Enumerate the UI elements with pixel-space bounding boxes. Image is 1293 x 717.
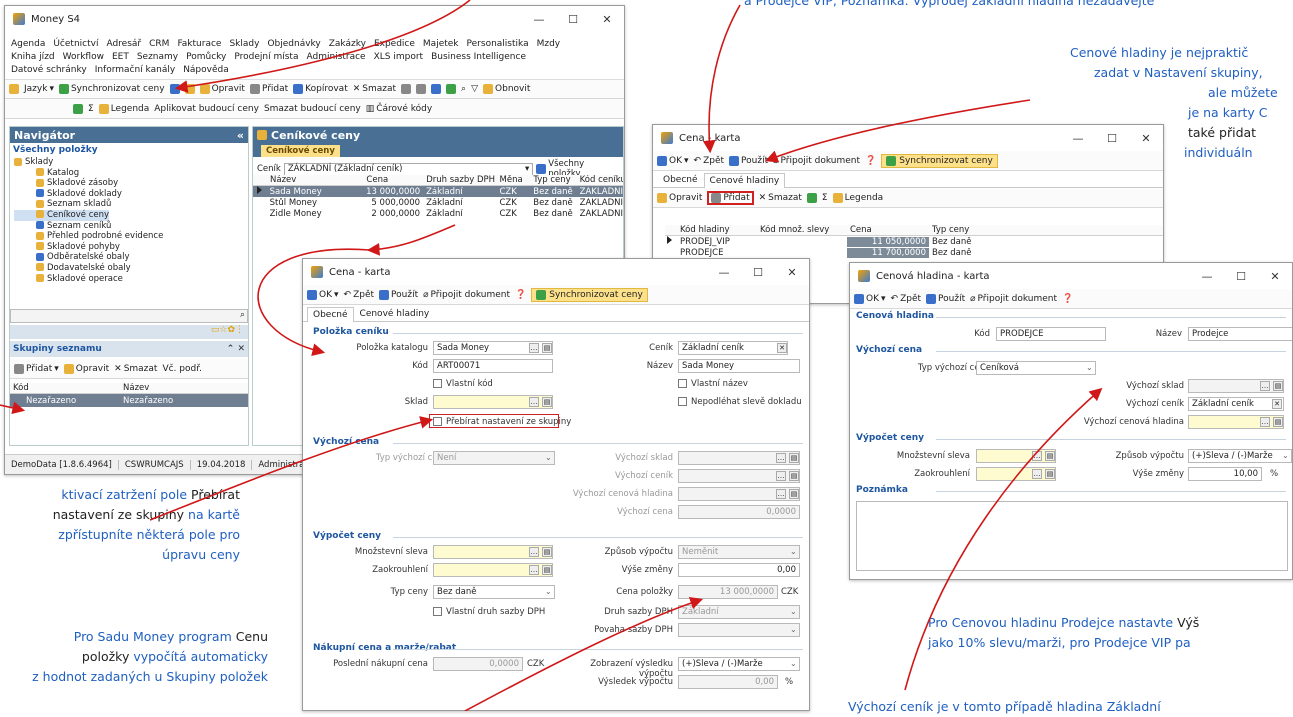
arrow-to-levels-tab (765, 99, 1031, 163)
annotation-arrows (0, 0, 1103, 711)
arrow-to-pricelist (366, 224, 456, 256)
arrow-to-checkbox (149, 416, 434, 521)
arrow-to-price (464, 596, 704, 711)
arrow-to-default-pricelist (904, 387, 1103, 691)
arrow-to-menu (174, 0, 471, 93)
arrow-to-add-level (702, 4, 741, 154)
arrow-to-group (0, 401, 26, 415)
arrow-pricelist-card (257, 248, 371, 356)
